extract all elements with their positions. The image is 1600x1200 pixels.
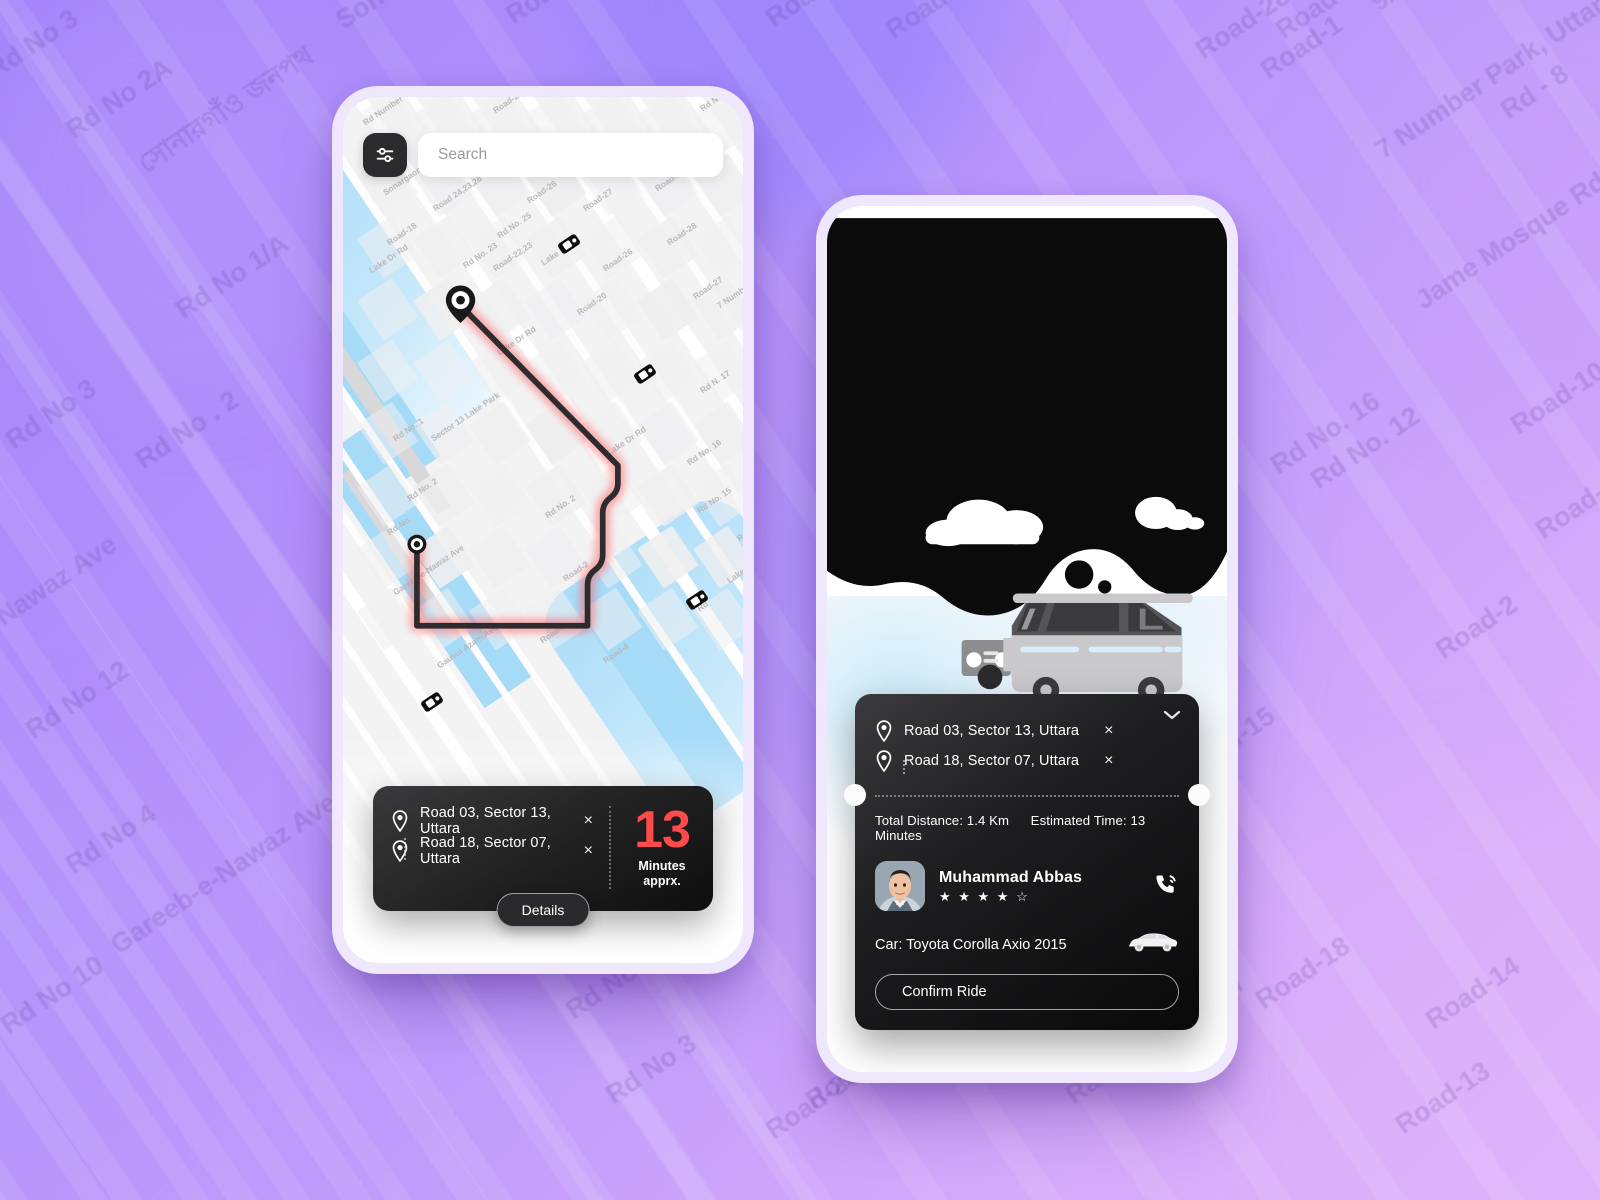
driver-rating: ★ ★ ★ ★ ☆ bbox=[939, 889, 1030, 904]
dropoff-row[interactable]: Road 18, Sector 07, Uttara × bbox=[391, 834, 609, 867]
eta-label-minutes: Minutes bbox=[638, 859, 686, 873]
notch-right bbox=[1188, 784, 1210, 806]
ride-route-connector bbox=[903, 760, 905, 774]
map-screen: Rd NumberRoad-22Rd No. 33Road-2Sonargaon… bbox=[343, 97, 743, 963]
route-card: Road 03, Sector 13, Uttara × Road 18, Se… bbox=[373, 785, 713, 927]
pickup-address: Road 03, Sector 13, Uttara bbox=[420, 804, 551, 837]
search-row: Search bbox=[363, 133, 723, 177]
background-map: Rd No 3Rd No 2Aসোনারগাঁও জনপথSonargaon J… bbox=[0, 0, 1600, 1200]
pickup-row[interactable]: Road 03, Sector 13, Uttara × bbox=[391, 804, 609, 837]
pickup-clear-icon[interactable]: × bbox=[584, 812, 593, 829]
dropoff-clear-icon[interactable]: × bbox=[584, 842, 593, 859]
eta-label: Minutes apprx. bbox=[638, 859, 685, 889]
ride-pickup-row[interactable]: Road 03, Sector 13, Uttara × bbox=[875, 716, 1179, 746]
car-label: Car: Toyota Corolla Axio 2015 bbox=[875, 936, 1067, 953]
car-row: Car: Toyota Corolla Axio 2015 bbox=[875, 931, 1179, 958]
ride-pickup-clear-icon[interactable]: × bbox=[1104, 723, 1113, 739]
location-pin-icon bbox=[875, 719, 893, 743]
location-pin-icon bbox=[875, 749, 893, 773]
driver-name: Muhammad Abbas bbox=[939, 869, 1083, 886]
ride-dropoff-address: Road 18, Sector 07, Uttara bbox=[904, 753, 1080, 769]
ride-dropoff-row[interactable]: Road 18, Sector 07, Uttara × bbox=[875, 746, 1179, 776]
eta-label-apprx: apprx. bbox=[643, 874, 681, 888]
dropoff-address: Road 18, Sector 07, Uttara bbox=[420, 834, 551, 867]
notch-left bbox=[844, 784, 866, 806]
phone-ringing-icon[interactable] bbox=[1153, 871, 1179, 902]
eta-block: 13 Minutes apprx. bbox=[609, 800, 713, 889]
route-addresses: Road 03, Sector 13, Uttara × Road 18, Se… bbox=[373, 804, 609, 889]
chevron-down-icon[interactable] bbox=[1163, 708, 1181, 726]
total-distance: Total Distance: 1.4 Km bbox=[875, 813, 1010, 828]
sedan-icon bbox=[1125, 931, 1179, 958]
details-button[interactable]: Details bbox=[496, 893, 590, 927]
location-pin-icon bbox=[391, 809, 409, 833]
driver-avatar[interactable] bbox=[875, 861, 925, 911]
phone-ride-screen: Road 03, Sector 13, Uttara × Road 18, Se… bbox=[816, 195, 1238, 1083]
phone-map-screen: Rd NumberRoad-22Rd No. 33Road-2Sonargaon… bbox=[332, 86, 754, 974]
dotted-divider bbox=[844, 784, 1210, 806]
sliders-icon[interactable] bbox=[363, 133, 407, 177]
trip-info-line: Total Distance: 1.4 Km Estimated Time: 1… bbox=[875, 813, 1179, 843]
ride-details-card: Road 03, Sector 13, Uttara × Road 18, Se… bbox=[844, 694, 1210, 1030]
location-pin-icon bbox=[391, 839, 409, 863]
ride-dropoff-clear-icon[interactable]: × bbox=[1104, 753, 1113, 769]
ride-screen: Road 03, Sector 13, Uttara × Road 18, Se… bbox=[827, 206, 1227, 1072]
eta-value: 13 bbox=[634, 800, 691, 859]
driver-row: Muhammad Abbas ★ ★ ★ ★ ☆ bbox=[875, 861, 1179, 911]
search-placeholder: Search bbox=[438, 146, 488, 163]
driver-info: Muhammad Abbas ★ ★ ★ ★ ☆ bbox=[939, 869, 1082, 903]
ride-pickup-address: Road 03, Sector 13, Uttara bbox=[904, 723, 1080, 739]
destination-marker bbox=[407, 534, 427, 554]
search-input[interactable]: Search bbox=[418, 133, 723, 177]
confirm-ride-button[interactable]: Confirm Ride bbox=[875, 974, 1179, 1010]
